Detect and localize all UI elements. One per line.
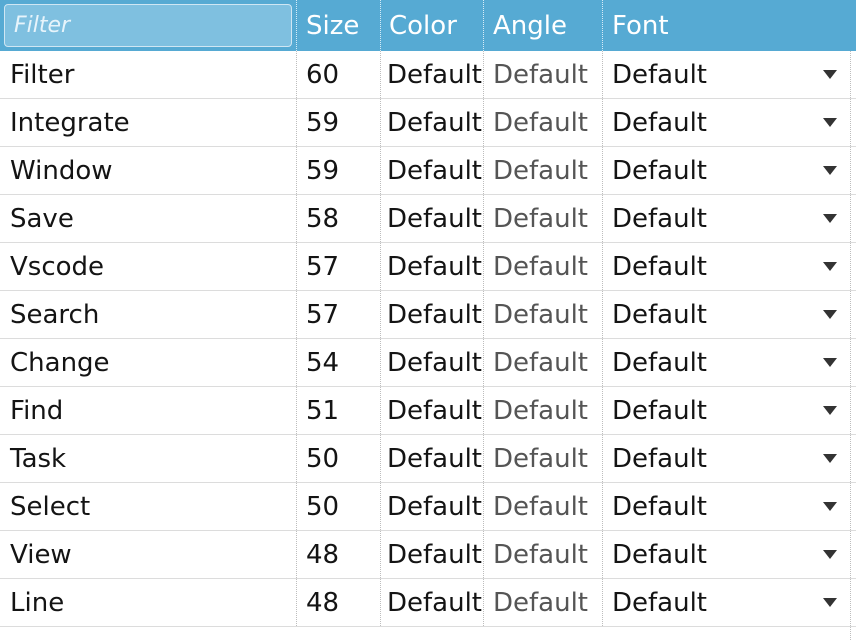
cell-color[interactable]: Default <box>381 99 484 146</box>
cell-size[interactable]: 60 <box>297 51 381 98</box>
table-row[interactable]: Window 59 Default Default Default <box>0 147 856 195</box>
cell-font[interactable]: Default <box>603 147 850 194</box>
dropdown-arrow-icon[interactable] <box>823 406 837 415</box>
cell-word: Integrate <box>0 99 297 146</box>
cell-word: Vscode <box>0 243 297 290</box>
cell-angle[interactable]: Default <box>484 579 603 626</box>
cell-size[interactable]: 48 <box>297 531 381 578</box>
cell-angle[interactable]: Default <box>484 195 603 242</box>
cell-angle[interactable]: Default <box>484 51 603 98</box>
cell-word: Window <box>0 147 297 194</box>
cell-font[interactable]: Default <box>603 339 850 386</box>
table-right-border <box>850 51 852 640</box>
cell-word: Change <box>0 339 297 386</box>
cell-angle[interactable]: Default <box>484 243 603 290</box>
dropdown-arrow-icon[interactable] <box>823 262 837 271</box>
cell-color[interactable]: Default <box>381 483 484 530</box>
table-row[interactable]: Filter 60 Default Default Default <box>0 51 856 99</box>
header-color[interactable]: Color <box>381 0 484 51</box>
cell-color[interactable]: Default <box>381 531 484 578</box>
cell-font[interactable]: Default <box>603 531 850 578</box>
dropdown-arrow-icon[interactable] <box>823 598 837 607</box>
cell-size[interactable]: 50 <box>297 435 381 482</box>
cell-size[interactable]: 50 <box>297 483 381 530</box>
cell-word: Task <box>0 435 297 482</box>
dropdown-arrow-icon[interactable] <box>823 118 837 127</box>
cell-angle[interactable]: Default <box>484 99 603 146</box>
table-row[interactable]: Line 48 Default Default Default <box>0 579 856 627</box>
cell-word: View <box>0 531 297 578</box>
cell-color[interactable]: Default <box>381 387 484 434</box>
cell-word: Search <box>0 291 297 338</box>
cell-angle[interactable]: Default <box>484 147 603 194</box>
table-row[interactable]: Search 57 Default Default Default <box>0 291 856 339</box>
table-row[interactable]: Select 50 Default Default Default <box>0 483 856 531</box>
cell-word: Select <box>0 483 297 530</box>
cell-angle[interactable]: Default <box>484 483 603 530</box>
cell-size[interactable]: 51 <box>297 387 381 434</box>
table-header: Size Color Angle Font <box>0 0 856 51</box>
cell-font[interactable]: Default <box>603 243 850 290</box>
cell-size[interactable]: 59 <box>297 99 381 146</box>
cell-word: Save <box>0 195 297 242</box>
dropdown-arrow-icon[interactable] <box>823 70 837 79</box>
cell-word: Line <box>0 579 297 626</box>
dropdown-arrow-icon[interactable] <box>823 310 837 319</box>
cell-font[interactable]: Default <box>603 51 850 98</box>
table-row[interactable]: Save 58 Default Default Default <box>0 195 856 243</box>
cell-angle[interactable]: Default <box>484 339 603 386</box>
cell-color[interactable]: Default <box>381 243 484 290</box>
dropdown-arrow-icon[interactable] <box>823 166 837 175</box>
cell-angle[interactable]: Default <box>484 387 603 434</box>
cell-color[interactable]: Default <box>381 579 484 626</box>
header-font[interactable]: Font <box>603 0 856 51</box>
cell-color[interactable]: Default <box>381 435 484 482</box>
dropdown-arrow-icon[interactable] <box>823 454 837 463</box>
table-row[interactable]: Task 50 Default Default Default <box>0 435 856 483</box>
cell-color[interactable]: Default <box>381 147 484 194</box>
cell-word: Filter <box>0 51 297 98</box>
dropdown-arrow-icon[interactable] <box>823 214 837 223</box>
word-table: Size Color Angle Font Filter60DefaultDef… <box>0 0 856 640</box>
cell-color[interactable]: Default <box>381 51 484 98</box>
cell-font[interactable]: Default <box>603 579 850 626</box>
cell-color[interactable]: Default <box>381 291 484 338</box>
table-row[interactable]: Find 51 Default Default Default <box>0 387 856 435</box>
cell-color[interactable]: Default <box>381 195 484 242</box>
table-row[interactable]: Vscode 57 Default Default Default <box>0 243 856 291</box>
cell-angle[interactable]: Default <box>484 291 603 338</box>
cell-size[interactable]: 58 <box>297 195 381 242</box>
table-row[interactable]: Integrate 59 Default Default Default <box>0 99 856 147</box>
filter-input[interactable] <box>4 4 292 47</box>
header-angle[interactable]: Angle <box>484 0 603 51</box>
cell-size[interactable]: 57 <box>297 243 381 290</box>
cell-angle[interactable]: Default <box>484 531 603 578</box>
header-size[interactable]: Size <box>297 0 381 51</box>
cell-font[interactable]: Default <box>603 387 850 434</box>
cell-size[interactable]: 54 <box>297 339 381 386</box>
cell-font[interactable]: Default <box>603 99 850 146</box>
cell-font[interactable]: Default <box>603 483 850 530</box>
dropdown-arrow-icon[interactable] <box>823 502 837 511</box>
cell-font[interactable]: Default <box>603 435 850 482</box>
cell-font[interactable]: Default <box>603 195 850 242</box>
cell-word: Find <box>0 387 297 434</box>
dropdown-arrow-icon[interactable] <box>823 550 837 559</box>
table-row[interactable]: View 48 Default Default Default <box>0 531 856 579</box>
cell-font[interactable]: Default <box>603 291 850 338</box>
table-row[interactable]: Change 54 Default Default Default <box>0 339 856 387</box>
cell-angle[interactable]: Default <box>484 435 603 482</box>
cell-size[interactable]: 48 <box>297 579 381 626</box>
dropdown-arrow-icon[interactable] <box>823 358 837 367</box>
cell-size[interactable]: 59 <box>297 147 381 194</box>
header-filter-cell <box>0 0 297 51</box>
cell-color[interactable]: Default <box>381 339 484 386</box>
cell-size[interactable]: 57 <box>297 291 381 338</box>
